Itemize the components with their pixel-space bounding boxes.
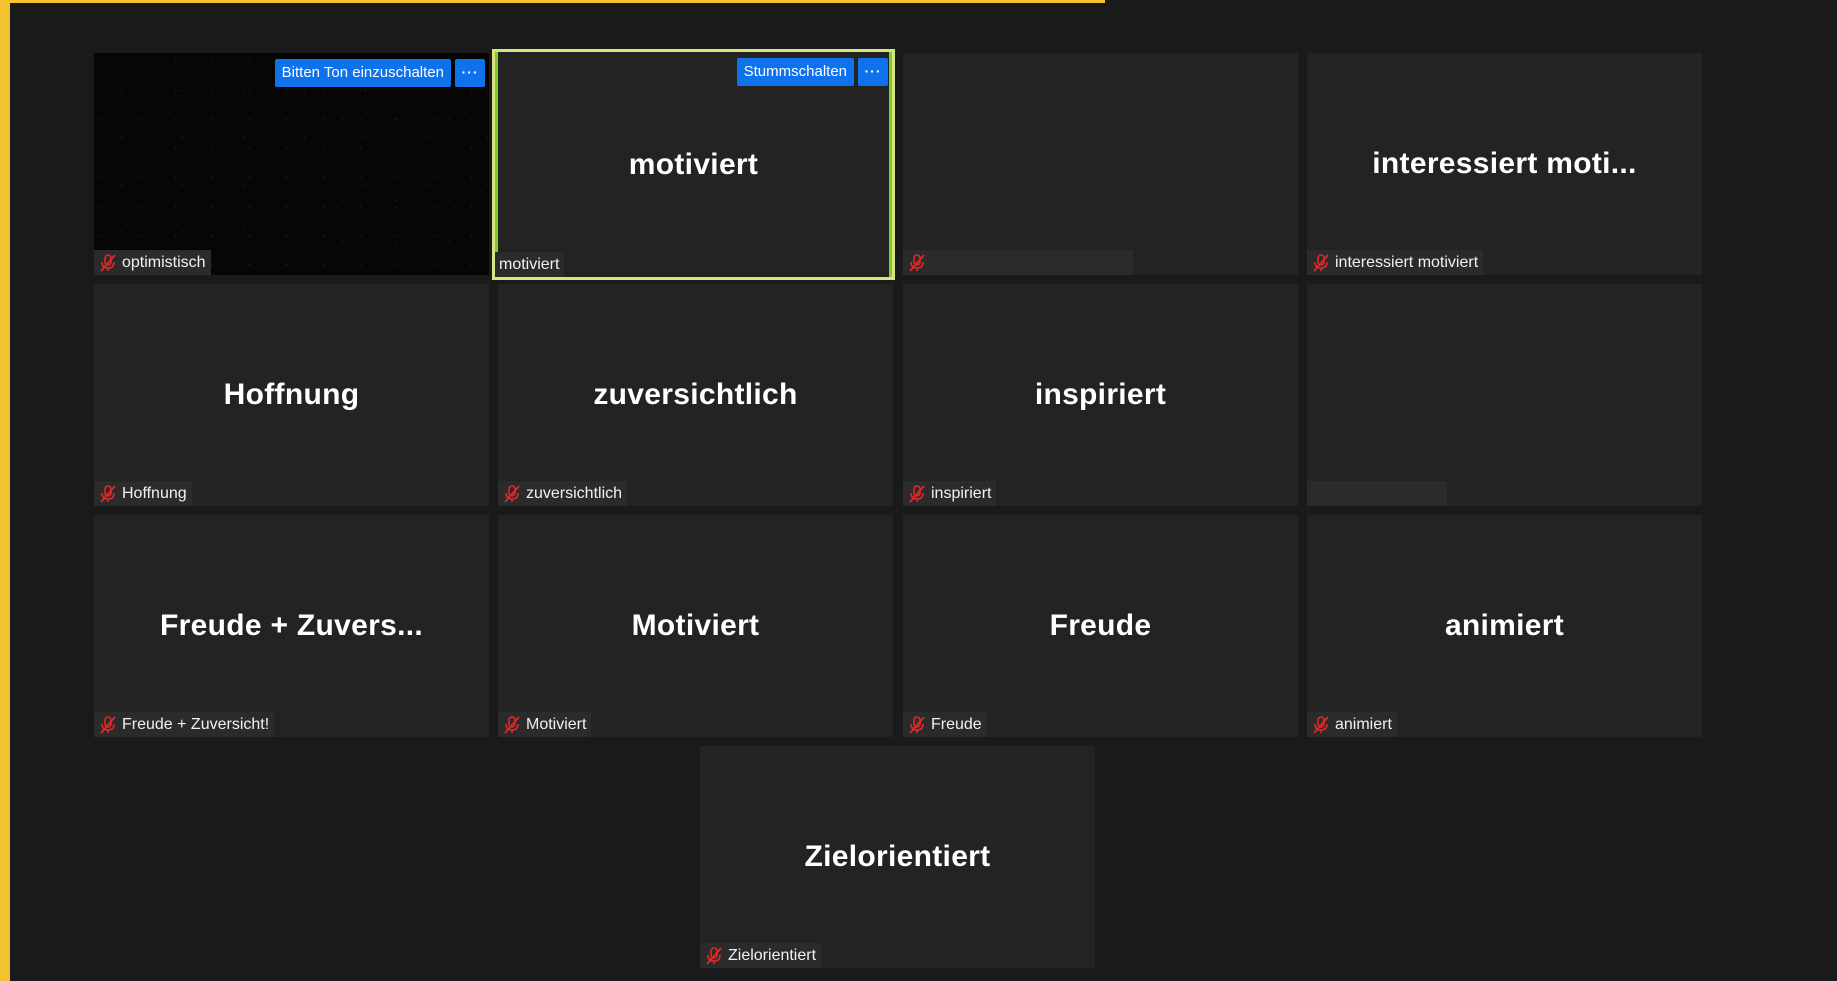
participant-tile-motiviert-2[interactable]: Motiviert Motiviert	[498, 515, 893, 737]
participant-name-tag: motiviert	[495, 252, 565, 277]
muted-microphone-icon	[1311, 253, 1331, 273]
more-options-icon[interactable]: ···	[858, 58, 888, 86]
participant-name: Zielorientiert	[728, 946, 817, 964]
participant-display-name: Zielorientiert	[804, 840, 991, 873]
muted-microphone-icon	[502, 715, 522, 735]
participant-name-tag: interessiert motiviert	[1307, 250, 1484, 275]
participant-name-tag: Motiviert	[498, 712, 592, 737]
muted-microphone-icon	[502, 484, 522, 504]
participant-tile-zielorientiert[interactable]: Zielorientiert Zielorientiert	[700, 746, 1095, 968]
screen-share-border-left	[0, 0, 10, 981]
tile-controls: Stummschalten ···	[736, 58, 888, 86]
gallery-view: Bitten Ton einzuschalten ··· optimistisc…	[10, 3, 1837, 981]
muted-microphone-icon	[98, 253, 118, 273]
participant-name-tag: animiert	[1307, 712, 1397, 737]
participant-tile-motiviert-active[interactable]: Stummschalten ··· motiviert motiviert	[492, 49, 895, 280]
participant-display-name: interessiert moti...	[1372, 147, 1637, 180]
participant-display-name: motiviert	[628, 147, 759, 181]
more-options-icon[interactable]: ···	[455, 59, 485, 87]
participant-display-name: Freude + Zuvers...	[160, 609, 423, 642]
tile-controls: Bitten Ton einzuschalten ···	[274, 59, 485, 87]
muted-microphone-icon	[907, 715, 927, 735]
ask-to-unmute-button[interactable]: Bitten Ton einzuschalten	[274, 59, 451, 87]
muted-microphone-icon	[98, 715, 118, 735]
participant-name: Motiviert	[526, 715, 587, 733]
participant-name: Freude	[931, 715, 982, 733]
participant-name: inspiriert	[931, 484, 992, 502]
participant-tile-inspiriert[interactable]: inspiriert inspiriert	[903, 284, 1298, 506]
participant-tile-hoffnung[interactable]: Hoffnung Hoffnung	[94, 284, 489, 506]
participant-name: Freude + Zuversicht!	[122, 715, 270, 733]
mute-button[interactable]: Stummschalten	[736, 58, 854, 86]
participant-name-tag: Freude + Zuversicht!	[94, 712, 275, 737]
muted-microphone-icon	[98, 484, 118, 504]
participant-name: Hoffnung	[122, 484, 187, 502]
participant-display-name: zuversichtlich	[593, 378, 798, 411]
participant-display-name: animiert	[1444, 609, 1565, 642]
participant-name-tag: Hoffnung	[94, 481, 192, 506]
participant-name-tag: Zielorientiert	[700, 943, 822, 968]
muted-microphone-icon	[704, 946, 724, 966]
participant-display-name: Motiviert	[631, 609, 760, 642]
participant-display-name: Hoffnung	[223, 378, 360, 411]
participant-tile-animiert[interactable]: animiert animiert	[1307, 515, 1702, 737]
participant-name: zuversichtlich	[526, 484, 623, 502]
muted-microphone-icon	[1311, 715, 1331, 735]
participant-tile-interessiert-motiviert[interactable]: interessiert moti... interessiert motivi…	[1307, 53, 1702, 275]
participant-name: optimistisch	[122, 253, 206, 271]
participant-name-tag	[1307, 481, 1447, 506]
participant-name-tag: Freude	[903, 712, 987, 737]
muted-microphone-icon	[907, 253, 927, 273]
participant-tile-freude[interactable]: Freude Freude	[903, 515, 1298, 737]
participant-tile-optimistisch[interactable]: Bitten Ton einzuschalten ··· optimistisc…	[94, 53, 489, 275]
participant-tile-freude-zuversicht[interactable]: Freude + Zuvers... Freude + Zuversicht!	[94, 515, 489, 737]
participant-display-name: Freude	[1049, 609, 1152, 642]
participant-name: interessiert motiviert	[1335, 253, 1479, 271]
participant-tile-blank[interactable]	[1307, 284, 1702, 506]
participant-name: animiert	[1335, 715, 1392, 733]
participant-name: motiviert	[499, 255, 560, 273]
participant-display-name: inspiriert	[1034, 378, 1167, 411]
participant-tile-unnamed[interactable]	[903, 53, 1298, 275]
participant-tile-zuversichtlich[interactable]: zuversichtlich zuversichtlich	[498, 284, 893, 506]
participant-name-tag: optimistisch	[94, 250, 211, 275]
participant-name-tag	[903, 250, 1133, 275]
participant-name-tag: zuversichtlich	[498, 481, 628, 506]
participant-name-tag: inspiriert	[903, 481, 997, 506]
muted-microphone-icon	[907, 484, 927, 504]
